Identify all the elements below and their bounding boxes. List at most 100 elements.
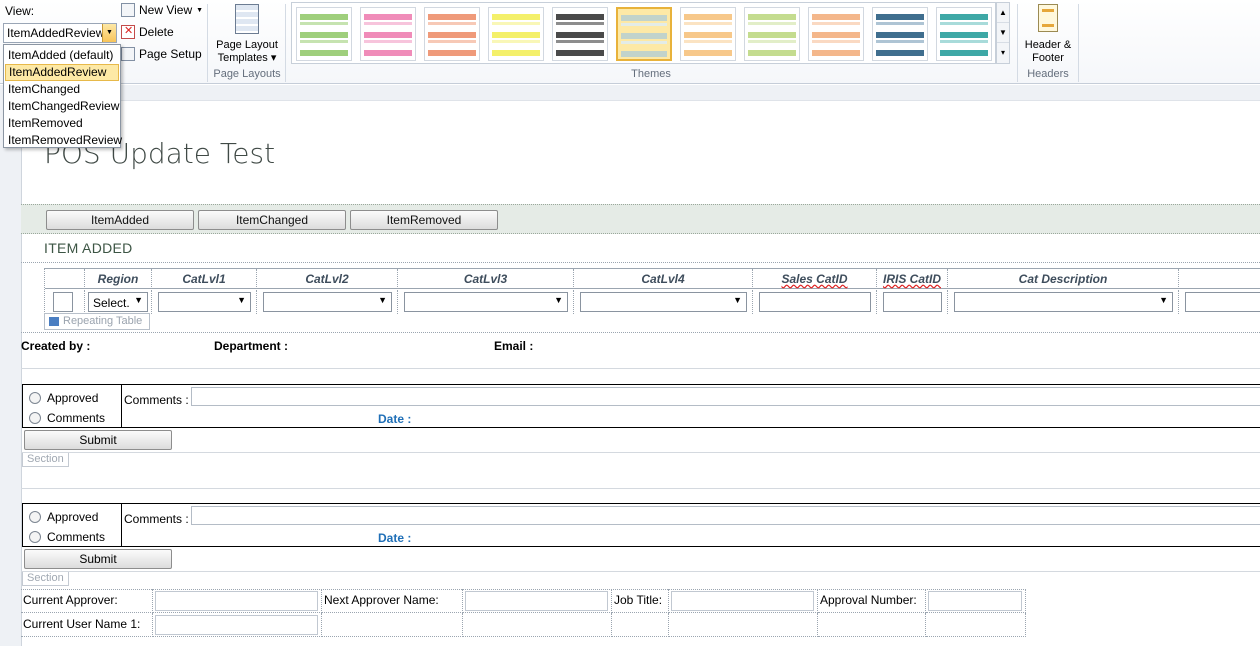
theme-stripe (748, 14, 796, 20)
page-setup-label: Page Setup (139, 47, 202, 61)
current-user-field[interactable] (155, 615, 318, 635)
table-cell (926, 613, 1026, 637)
table-cell (463, 613, 612, 637)
radio-button-icon[interactable] (29, 531, 41, 543)
new-view-button[interactable]: New View ▼ (121, 3, 203, 17)
scroll-down-icon[interactable]: ▼ (997, 23, 1009, 43)
view-dropdown-menu: ItemAdded (default) ItemAddedReview Item… (3, 44, 122, 149)
theme-stripe (876, 32, 924, 38)
section-tag[interactable]: Section (22, 571, 69, 586)
view-select[interactable]: ItemAddedReview ▼ (3, 23, 117, 43)
theme-swatch[interactable] (296, 7, 352, 61)
theme-swatch[interactable] (552, 7, 608, 61)
theme-swatch[interactable] (872, 7, 928, 61)
cat-description-select[interactable]: ▼ (954, 292, 1173, 312)
more-icon[interactable]: ▾ (997, 43, 1009, 63)
catlvl3-select[interactable]: ▼ (404, 292, 568, 312)
section-tag[interactable]: Section (22, 452, 69, 467)
table-cell (669, 589, 818, 613)
theme-stripe (812, 14, 860, 20)
scroll-up-icon[interactable]: ▲ (997, 3, 1009, 23)
theme-stripe (492, 14, 540, 20)
table-cell (818, 613, 926, 637)
job-title-field[interactable] (671, 591, 814, 611)
header-footer-icon[interactable] (1038, 4, 1058, 32)
radio-button-icon[interactable] (29, 412, 41, 424)
page-setup-icon (121, 47, 135, 61)
theme-stripe (364, 50, 412, 56)
page-layout-templates-label: Page Layout Templates (216, 39, 278, 64)
item-removed-button[interactable]: ItemRemoved (350, 210, 498, 230)
chevron-down-icon: ▼ (237, 295, 246, 305)
approval-number-field[interactable] (928, 591, 1022, 611)
iris-catid-field[interactable] (883, 292, 942, 312)
divider (21, 488, 1260, 489)
theme-swatch[interactable] (616, 7, 672, 61)
comments-radio[interactable]: Comments (29, 530, 105, 544)
theme-stripe (364, 22, 412, 25)
theme-swatch[interactable] (360, 7, 416, 61)
email-label: Email : (494, 339, 534, 353)
view-option[interactable]: ItemAdded (default) (5, 47, 119, 64)
approval-section-1: Approved Comments Comments : Date : (22, 384, 1260, 428)
theme-swatch[interactable] (936, 7, 992, 61)
approved-label: Approved (47, 510, 99, 524)
chevron-down-icon[interactable]: ▼ (102, 24, 116, 42)
comments-input[interactable] (191, 387, 1260, 406)
theme-swatch[interactable] (424, 7, 480, 61)
row-checkbox[interactable] (53, 292, 73, 312)
view-option[interactable]: ItemRemoved (5, 115, 119, 132)
themes-scroller[interactable]: ▲ ▼ ▾ (996, 2, 1010, 64)
repeating-table: Region CatLvl1 CatLvl2 CatLvl3 CatLvl4 S… (44, 268, 1260, 314)
delete-view-button[interactable]: Delete (121, 24, 174, 39)
comments-input[interactable] (191, 506, 1260, 525)
catlvl1-select[interactable]: ▼ (158, 292, 251, 312)
region-select[interactable]: Select. ▼ (88, 292, 148, 312)
page-layouts-group-label: Page Layouts (213, 68, 281, 80)
current-approver-field[interactable] (155, 591, 318, 611)
radio-button-icon[interactable] (29, 392, 41, 404)
page-layout-icon[interactable] (235, 4, 259, 34)
extra-field[interactable] (1185, 292, 1260, 312)
divider (21, 332, 1260, 333)
table-header: CatLvl3 (398, 269, 574, 289)
theme-swatch[interactable] (808, 7, 864, 61)
theme-stripe (684, 40, 732, 43)
header-footer-button[interactable]: Header & Footer (1020, 39, 1076, 65)
view-option[interactable]: ItemChanged (5, 81, 119, 98)
table-header-blank (1179, 269, 1260, 289)
approved-radio[interactable]: Approved (29, 510, 98, 524)
approved-radio[interactable]: Approved (29, 391, 98, 405)
catlvl2-select[interactable]: ▼ (263, 292, 392, 312)
submit-button[interactable]: Submit (24, 549, 172, 569)
theme-swatch[interactable] (488, 7, 544, 61)
catlvl4-select[interactable]: ▼ (580, 292, 747, 312)
item-changed-button[interactable]: ItemChanged (198, 210, 346, 230)
view-option[interactable]: ItemChangedReview (5, 98, 119, 115)
submit-button[interactable]: Submit (24, 430, 172, 450)
button-band: ItemAdded ItemChanged ItemRemoved (21, 204, 1260, 234)
table-header: CatLvl2 (257, 269, 398, 289)
theme-stripe (300, 32, 348, 38)
radio-button-icon[interactable] (29, 511, 41, 523)
theme-stripe (492, 40, 540, 43)
ribbon: View: ItemAddedReview ▼ New View ▼ Delet… (0, 0, 1260, 84)
theme-stripe (492, 32, 540, 38)
page-setup-button[interactable]: Page Setup (121, 47, 202, 61)
comments-radio[interactable]: Comments (29, 411, 105, 425)
new-view-icon (121, 3, 135, 17)
page-layout-templates-button[interactable]: Page Layout Templates ▾ (212, 39, 282, 65)
item-added-button[interactable]: ItemAdded (46, 210, 194, 230)
theme-stripe (300, 22, 348, 25)
theme-stripe (748, 22, 796, 25)
theme-swatch[interactable] (744, 7, 800, 61)
view-option-selected[interactable]: ItemAddedReview (5, 64, 119, 81)
table-header-label: Sales CatID (781, 272, 848, 286)
table-header: IRIS CatID (877, 269, 948, 289)
next-approver-field[interactable] (465, 591, 608, 611)
theme-swatch[interactable] (680, 7, 736, 61)
repeating-table-tag[interactable]: Repeating Table (44, 313, 150, 330)
sales-catid-field[interactable] (759, 292, 871, 312)
theme-stripe (684, 22, 732, 25)
view-option[interactable]: ItemRemovedReview (5, 132, 122, 149)
